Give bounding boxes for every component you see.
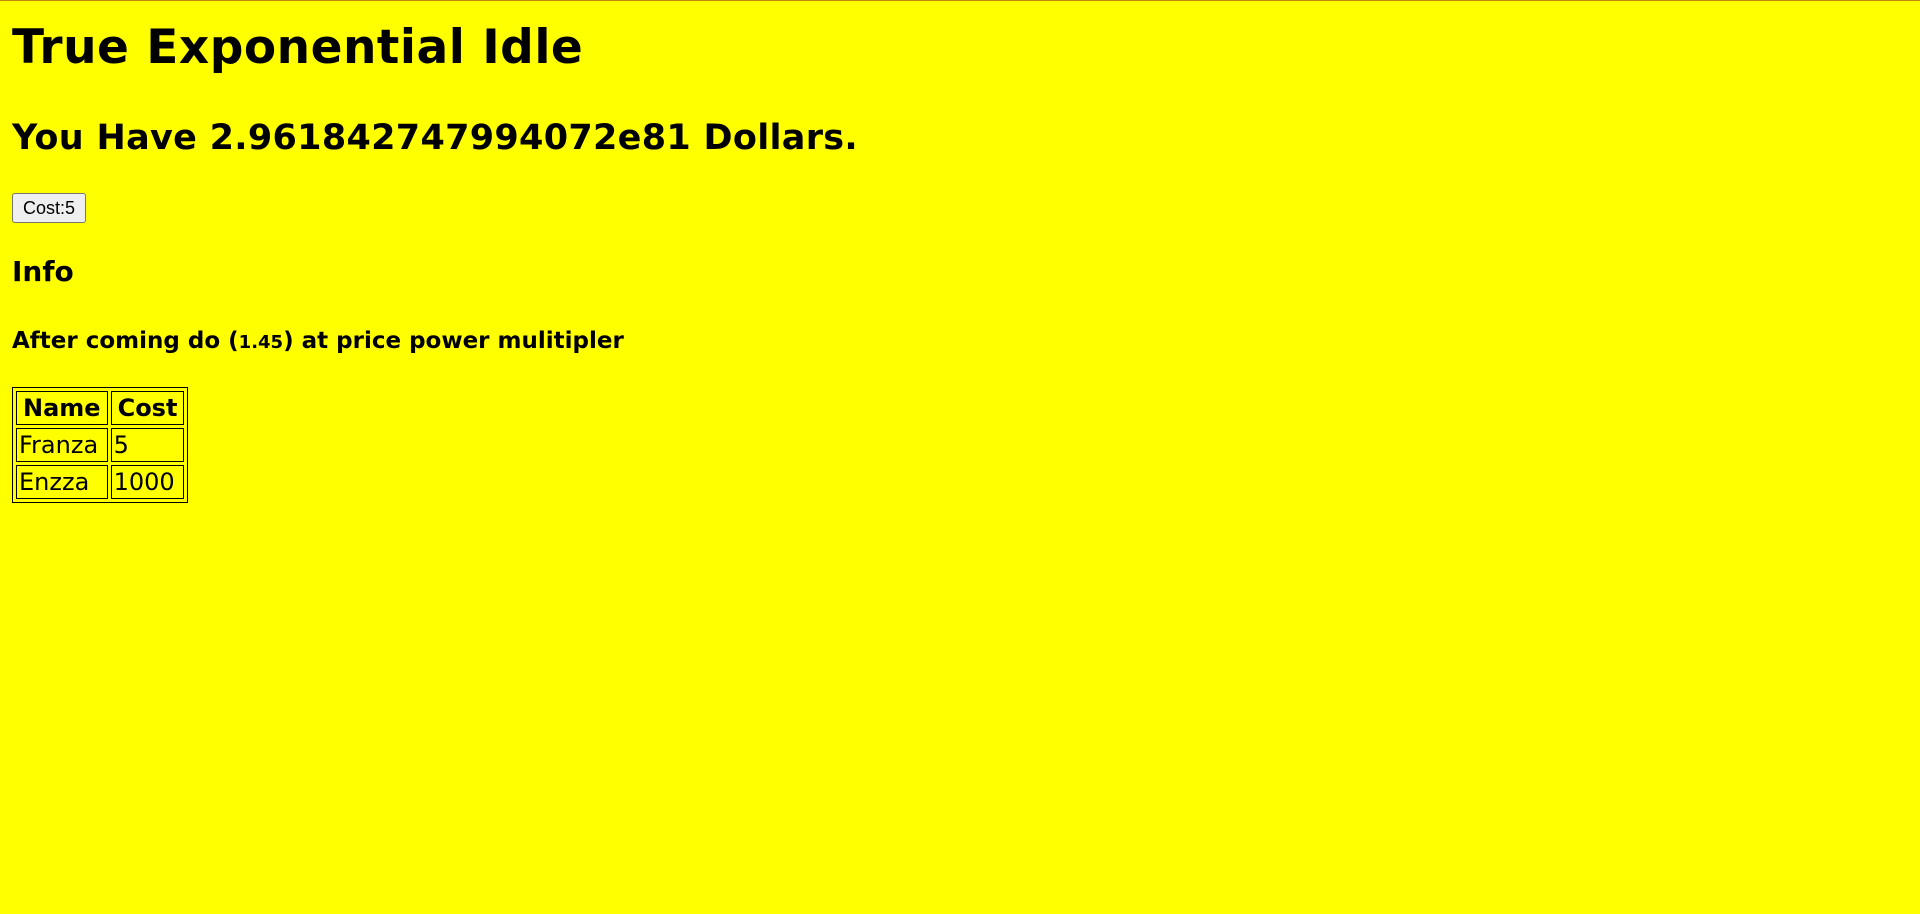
table-row: Enzza 1000	[16, 465, 185, 499]
page-title: True Exponential Idle	[12, 20, 584, 75]
cell-cost: 5	[110, 428, 185, 462]
cell-name: Enzza	[16, 465, 108, 499]
money-display: You Have 2.961842747994072e81 Dollars.	[12, 118, 858, 158]
units-table: Name Cost Franza 5 Enzza 1000	[12, 387, 189, 503]
cell-cost: 1000	[110, 465, 185, 499]
info-heading: Info	[12, 255, 74, 288]
info-text-before: After coming do (	[12, 328, 239, 354]
page-container: True Exponential Idle You Have 2.9618427…	[0, 1, 1920, 503]
info-text: After coming do (1.45) at price power mu…	[12, 326, 624, 358]
info-text-after: ) at price power mulitipler	[283, 328, 624, 354]
column-header-name: Name	[16, 391, 108, 425]
cell-name: Franza	[16, 428, 108, 462]
info-multiplier: 1.45	[238, 332, 284, 353]
buy-button[interactable]: Cost:5	[12, 193, 87, 223]
table-row: Franza 5	[16, 428, 185, 462]
table-header-row: Name Cost	[16, 391, 185, 425]
column-header-cost: Cost	[110, 391, 185, 425]
